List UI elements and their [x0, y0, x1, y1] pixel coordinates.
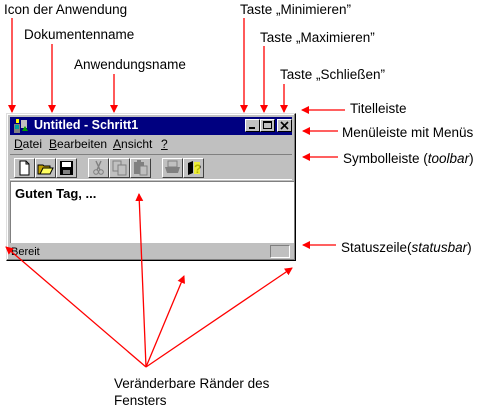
arrow-border-left	[5, 246, 147, 368]
arrow-border-top	[135, 193, 147, 368]
annotation-arrows	[5, 18, 345, 368]
arrow-border-right	[145, 267, 293, 368]
